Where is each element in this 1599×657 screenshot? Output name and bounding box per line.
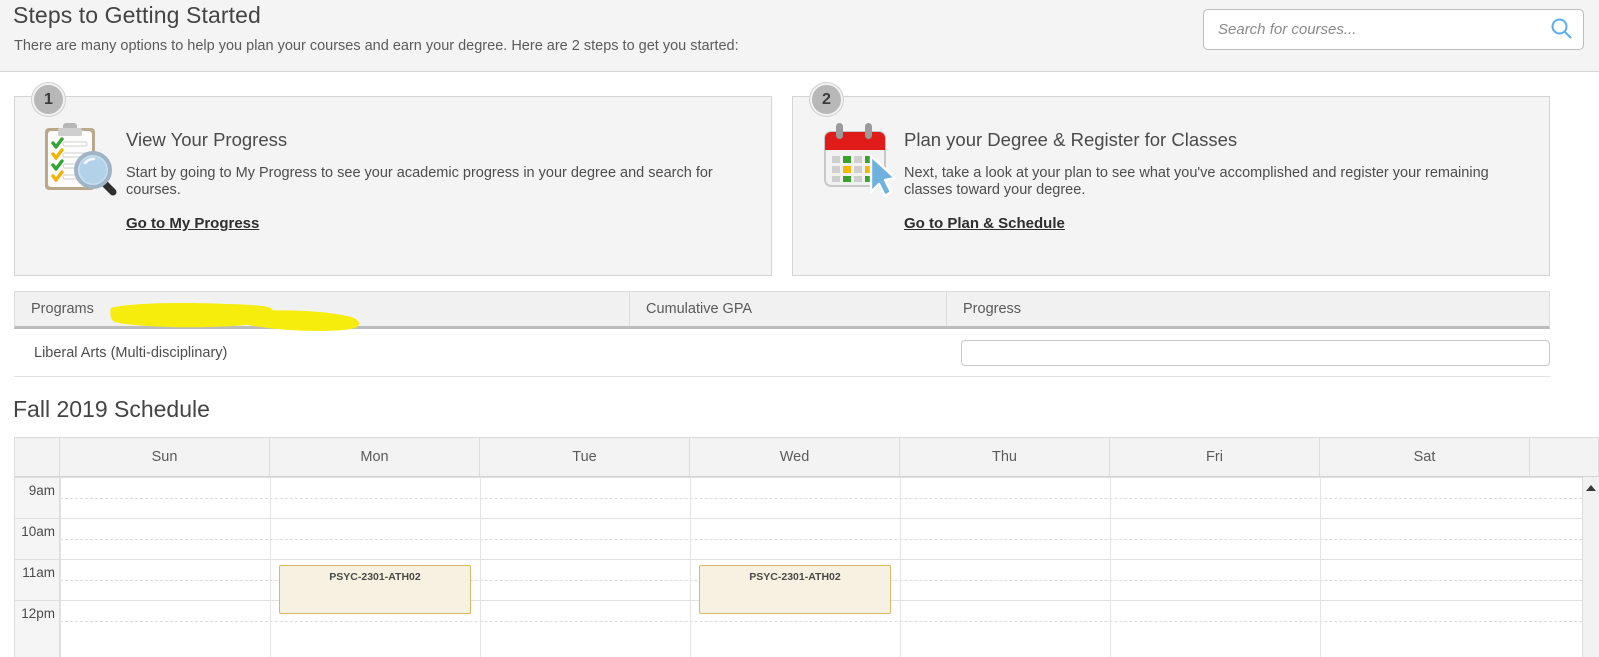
page-header: Steps to Getting Started There are many … xyxy=(0,0,1599,72)
step-heading: View Your Progress xyxy=(126,129,288,150)
progress-cell xyxy=(941,339,1550,366)
go-to-plan-and-schedule-link[interactable]: Go to Plan & Schedule xyxy=(904,215,1065,232)
time-label-11am: 11am xyxy=(22,565,55,580)
time-label-10am: 10am xyxy=(21,524,55,539)
calendar-body: 9am 10am 11am 12pm PSYC-2301-ATH02 PSYC-2301… xyxy=(15,477,1599,657)
progress-bar xyxy=(961,339,1550,366)
calendar-event[interactable]: PSYC-2301-ATH02 xyxy=(279,565,471,614)
program-name: Liberal Arts (Multi-disciplinary) xyxy=(34,344,228,361)
page-title: Steps to Getting Started xyxy=(13,2,261,28)
schedule-title: Fall 2019 Schedule xyxy=(13,396,210,422)
weekly-schedule-calendar: Sun Mon Tue Wed Thu Fri Sat 9am 10am 11am 12pm PS… xyxy=(14,437,1599,657)
step-description: Start by going to My Progress to see you… xyxy=(126,165,713,198)
step-number-badge: 2 xyxy=(810,83,843,116)
step-card-plan-your-degree: 2 Plan your Degree & Register for Classe… xyxy=(792,83,1550,276)
calendar-day-header-fri: Fri xyxy=(1110,438,1320,476)
go-to-my-progress-link[interactable]: Go to My Progress xyxy=(126,215,259,232)
calendar-day-header-wed: Wed xyxy=(690,438,900,476)
calendar-day-header-sat: Sat xyxy=(1320,438,1530,476)
page-subtitle: There are many options to help you plan … xyxy=(14,38,739,54)
course-search-box[interactable] xyxy=(1203,9,1584,50)
time-label-12pm: 12pm xyxy=(21,606,55,621)
step-1-body: View Your Progress Start by going to My … xyxy=(126,129,753,233)
column-header-programs: Programs xyxy=(31,301,94,317)
time-label-9am: 9am xyxy=(28,483,55,498)
clipboard-checklist-magnifier-icon xyxy=(39,118,119,198)
table-row: Liberal Arts (Multi-disciplinary) xyxy=(14,329,1550,377)
search-input[interactable] xyxy=(1204,10,1534,49)
step-2-body: Plan your Degree & Register for Classes … xyxy=(904,129,1531,233)
scroll-up-arrow-icon[interactable] xyxy=(1586,485,1596,491)
calendar-event[interactable]: PSYC-2301-ATH02 xyxy=(699,565,891,614)
step-number-badge: 1 xyxy=(32,83,65,116)
calendar-scrollbar[interactable] xyxy=(1582,477,1599,657)
calendar-cursor-icon xyxy=(817,118,897,198)
calendar-day-header-mon: Mon xyxy=(270,438,480,476)
calendar-grid: PSYC-2301-ATH02 PSYC-2301-ATH02 xyxy=(60,477,1582,657)
calendar-scrollbar-header xyxy=(1530,438,1599,476)
search-icon xyxy=(1549,16,1573,43)
getting-started-steps: 1 View Your Progress Start by going to M… xyxy=(0,83,1599,331)
calendar-day-header-thu: Thu xyxy=(900,438,1110,476)
calendar-day-header-tue: Tue xyxy=(480,438,690,476)
calendar-day-header-sun: Sun xyxy=(60,438,270,476)
column-header-cumulative-gpa: Cumulative GPA xyxy=(629,292,946,326)
step-card-view-your-progress: 1 View Your Progress Start by going to M… xyxy=(14,83,772,331)
program-name-cell: Liberal Arts (Multi-disciplinary) xyxy=(14,345,625,361)
calendar-corner-cell xyxy=(15,438,60,476)
calendar-time-gutter: 9am 10am 11am 12pm xyxy=(15,477,60,657)
programs-table: Programs Cumulative GPA Progress Liberal… xyxy=(14,291,1550,377)
step-description: Next, take a look at your plan to see wh… xyxy=(904,165,1489,198)
search-button[interactable] xyxy=(1545,14,1577,46)
programs-table-header: Programs Cumulative GPA Progress xyxy=(14,291,1550,329)
step-heading: Plan your Degree & Register for Classes xyxy=(904,129,1238,150)
column-header-progress: Progress xyxy=(946,292,1549,326)
calendar-day-header-row: Sun Mon Tue Wed Thu Fri Sat xyxy=(15,438,1599,477)
